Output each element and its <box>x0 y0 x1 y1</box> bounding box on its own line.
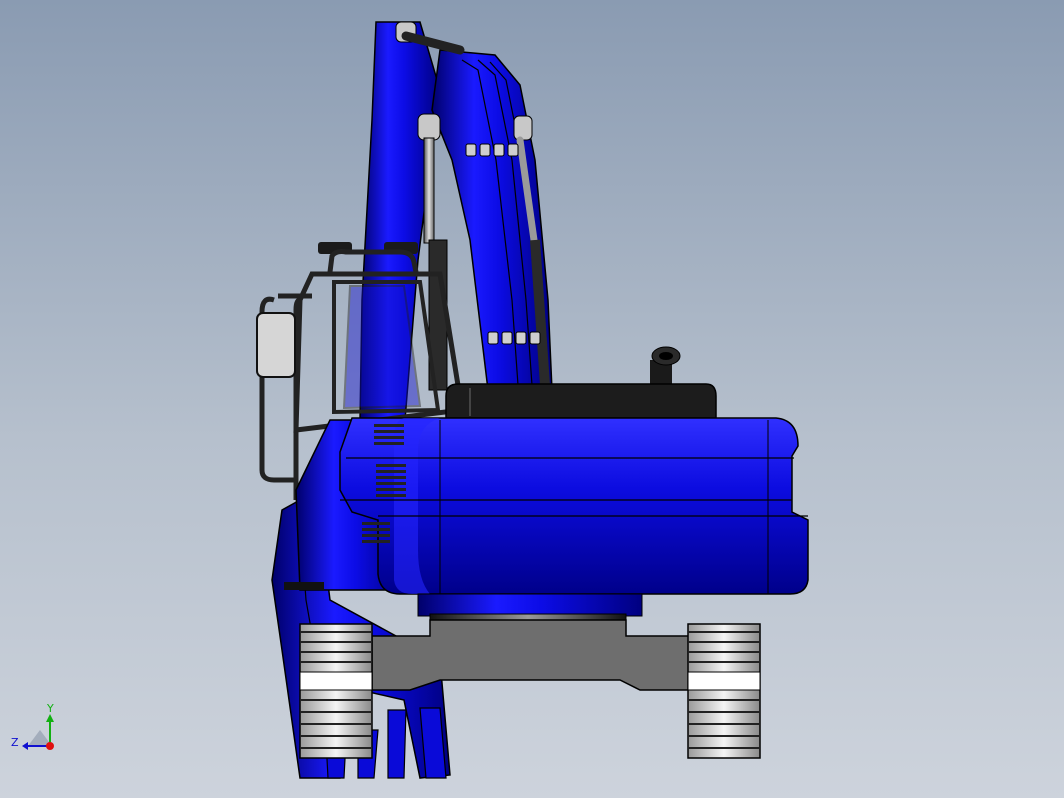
right-track <box>687 623 761 759</box>
reference-triad: Y Z <box>11 702 54 750</box>
graphics-viewport[interactable]: Y Z <box>0 0 1064 798</box>
exhaust-pipe <box>650 346 681 384</box>
engine-hood <box>445 383 717 419</box>
side-mirror <box>256 312 296 378</box>
z-axis-label: Z <box>11 736 19 749</box>
left-track <box>299 623 373 759</box>
undercarriage-frame <box>371 619 691 691</box>
y-axis-label: Y <box>46 702 54 715</box>
counterweight <box>339 417 809 595</box>
x-axis-dot <box>46 742 54 750</box>
excavator-model[interactable]: Y Z <box>0 0 1064 798</box>
